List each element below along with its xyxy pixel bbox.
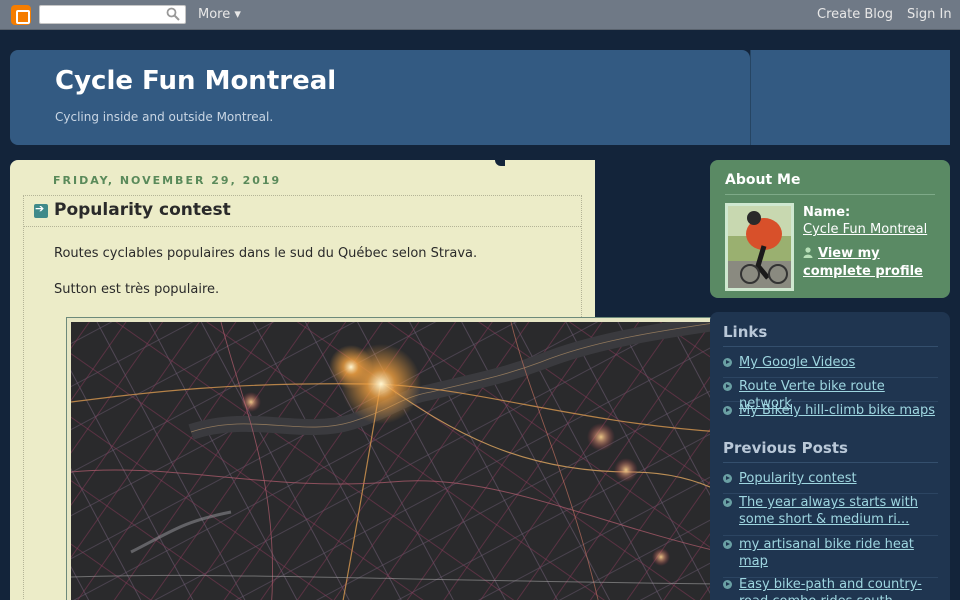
post-title-row: Popularity contest — [24, 196, 581, 227]
post-image-frame[interactable] — [66, 317, 726, 600]
blogger-logo-icon[interactable] — [11, 5, 31, 25]
blog-title[interactable]: Cycle Fun Montreal — [55, 66, 336, 96]
bullet-arrow-icon — [723, 540, 732, 549]
previous-post-link[interactable]: my artisanal bike ride heat map — [739, 536, 938, 570]
strava-heatmap-image — [71, 322, 721, 600]
previous-post-item[interactable]: my artisanal bike ride heat map — [723, 536, 938, 578]
bullet-arrow-icon — [723, 498, 732, 507]
divider — [723, 462, 938, 463]
divider — [723, 346, 938, 347]
bullet-arrow-icon — [723, 358, 732, 367]
bullet-arrow-icon — [723, 580, 732, 589]
post-date: FRIDAY, NOVEMBER 29, 2019 — [53, 174, 282, 187]
header-extension — [750, 50, 950, 145]
navbar-more-menu[interactable]: More ▾ — [198, 7, 241, 22]
blogger-navbar: More ▾ Create Blog Sign In — [0, 0, 960, 30]
previous-post-link[interactable]: Easy bike-path and country-road combo ri… — [739, 576, 938, 600]
navbar-search-input[interactable] — [39, 5, 186, 24]
post-paragraph: Sutton est très populaire. — [54, 282, 220, 297]
previous-post-link[interactable]: The year always starts with some short &… — [739, 494, 938, 528]
sidebar-link-item[interactable]: My Bikely hill-climb bike maps — [723, 402, 938, 426]
sidebar-link[interactable]: My Google Videos — [739, 354, 938, 371]
links-title: Links — [723, 323, 768, 341]
main-column-notch — [495, 160, 505, 166]
previous-posts-title: Previous Posts — [723, 439, 848, 457]
view-complete-profile-link[interactable]: View my complete profile — [803, 245, 943, 281]
previous-post-link[interactable]: Popularity contest — [739, 470, 938, 487]
sidebar-links-widget: Links My Google Videos Route Verte bike … — [710, 312, 950, 600]
arrow-right-icon — [34, 202, 48, 218]
blog-header: Cycle Fun Montreal Cycling inside and ou… — [10, 50, 750, 145]
post-title[interactable]: Popularity contest — [54, 200, 231, 220]
name-label: Name: — [803, 205, 851, 220]
sidebar-link-item[interactable]: My Google Videos — [723, 354, 938, 378]
sidebar-link[interactable]: My Bikely hill-climb bike maps — [739, 402, 938, 419]
bullet-arrow-icon — [723, 474, 732, 483]
about-me-title: About Me — [725, 172, 801, 188]
bullet-arrow-icon — [723, 382, 732, 391]
profile-name-link[interactable]: Cycle Fun Montreal — [803, 222, 927, 237]
previous-post-item[interactable]: Easy bike-path and country-road combo ri… — [723, 576, 938, 600]
profile-avatar[interactable] — [725, 203, 794, 291]
sign-in-link[interactable]: Sign In — [907, 7, 952, 22]
cyclist-photo — [728, 206, 791, 288]
post-paragraph: Routes cyclables populaires dans le sud … — [54, 246, 478, 261]
previous-post-item[interactable]: The year always starts with some short &… — [723, 494, 938, 536]
sidebar-link-item[interactable]: Route Verte bike route network — [723, 378, 938, 411]
about-me-widget: About Me Name: Cycle Fun Montreal View m… — [710, 160, 950, 298]
previous-post-item[interactable]: Popularity contest — [723, 470, 938, 494]
bullet-arrow-icon — [723, 406, 732, 415]
blog-description: Cycling inside and outside Montreal. — [55, 110, 274, 124]
create-blog-link[interactable]: Create Blog — [817, 7, 893, 22]
search-icon[interactable] — [166, 7, 180, 21]
divider — [725, 194, 935, 195]
